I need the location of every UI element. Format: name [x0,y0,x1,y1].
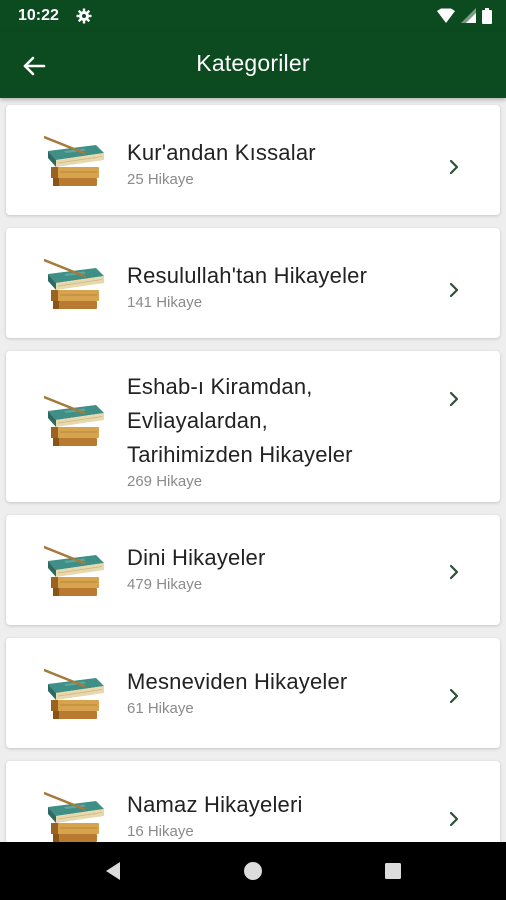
books-icon [44,131,108,189]
page-title: Kategoriler [196,50,310,76]
chevron-right-icon [446,811,462,827]
category-title-line: Eshab-ı Kiramdan, [127,374,313,399]
app-bar: Kategoriler [0,32,506,98]
chevron-right-icon [446,564,462,580]
books-icon [44,664,108,722]
chevron-right-icon [446,688,462,704]
signal-icon [461,8,476,23]
battery-icon [482,8,492,24]
category-title-line: Tarihimizden Hikayeler [127,442,353,467]
nav-back-icon[interactable] [102,859,126,883]
category-title: Resulullah'tan Hikayeler [127,263,368,288]
category-title: Namaz Hikayeleri [127,792,303,817]
category-item[interactable]: Resulullah'tan Hikayeler 141 Hikaye [6,228,500,338]
books-icon [44,541,108,599]
nav-home-icon[interactable] [241,859,265,883]
category-item[interactable]: Mesneviden Hikayeler 61 Hikaye [6,638,500,748]
category-count: 479 Hikaye [127,576,203,593]
books-icon [44,391,108,449]
category-count: 16 Hikaye [127,823,194,840]
status-time: 10:22 [18,7,59,24]
category-item[interactable]: Namaz Hikayeleri 16 Hikaye [6,761,500,842]
category-count: 25 Hikaye [127,171,194,188]
books-icon [44,254,108,312]
category-list[interactable]: Kur'andan Kıssalar 25 Hikaye Resulullah'… [0,98,506,842]
category-title: Mesneviden Hikayeler [127,669,348,694]
category-item[interactable]: Dini Hikayeler 479 Hikaye [6,515,500,625]
chevron-right-icon [446,159,462,175]
settings-icon [76,8,92,24]
system-nav-bar [0,842,506,900]
category-title-line: Evliayalardan, [127,408,268,433]
chevron-right-icon [446,391,462,407]
category-count: 141 Hikaye [127,294,203,311]
wifi-icon [437,8,455,23]
category-item[interactable]: Kur'andan Kıssalar 25 Hikaye [6,105,500,215]
chevron-right-icon [446,282,462,298]
status-bar: 10:22 [0,0,506,32]
category-item[interactable]: Eshab-ı Kiramdan, Evliayalardan, Tarihim… [6,351,500,502]
nav-recents-icon[interactable] [381,859,405,883]
category-title: Dini Hikayeler [127,545,266,570]
books-icon [44,787,108,842]
category-title: Kur'andan Kıssalar [127,140,316,165]
category-count: 61 Hikaye [127,700,194,717]
category-count: 269 Hikaye [127,473,203,490]
